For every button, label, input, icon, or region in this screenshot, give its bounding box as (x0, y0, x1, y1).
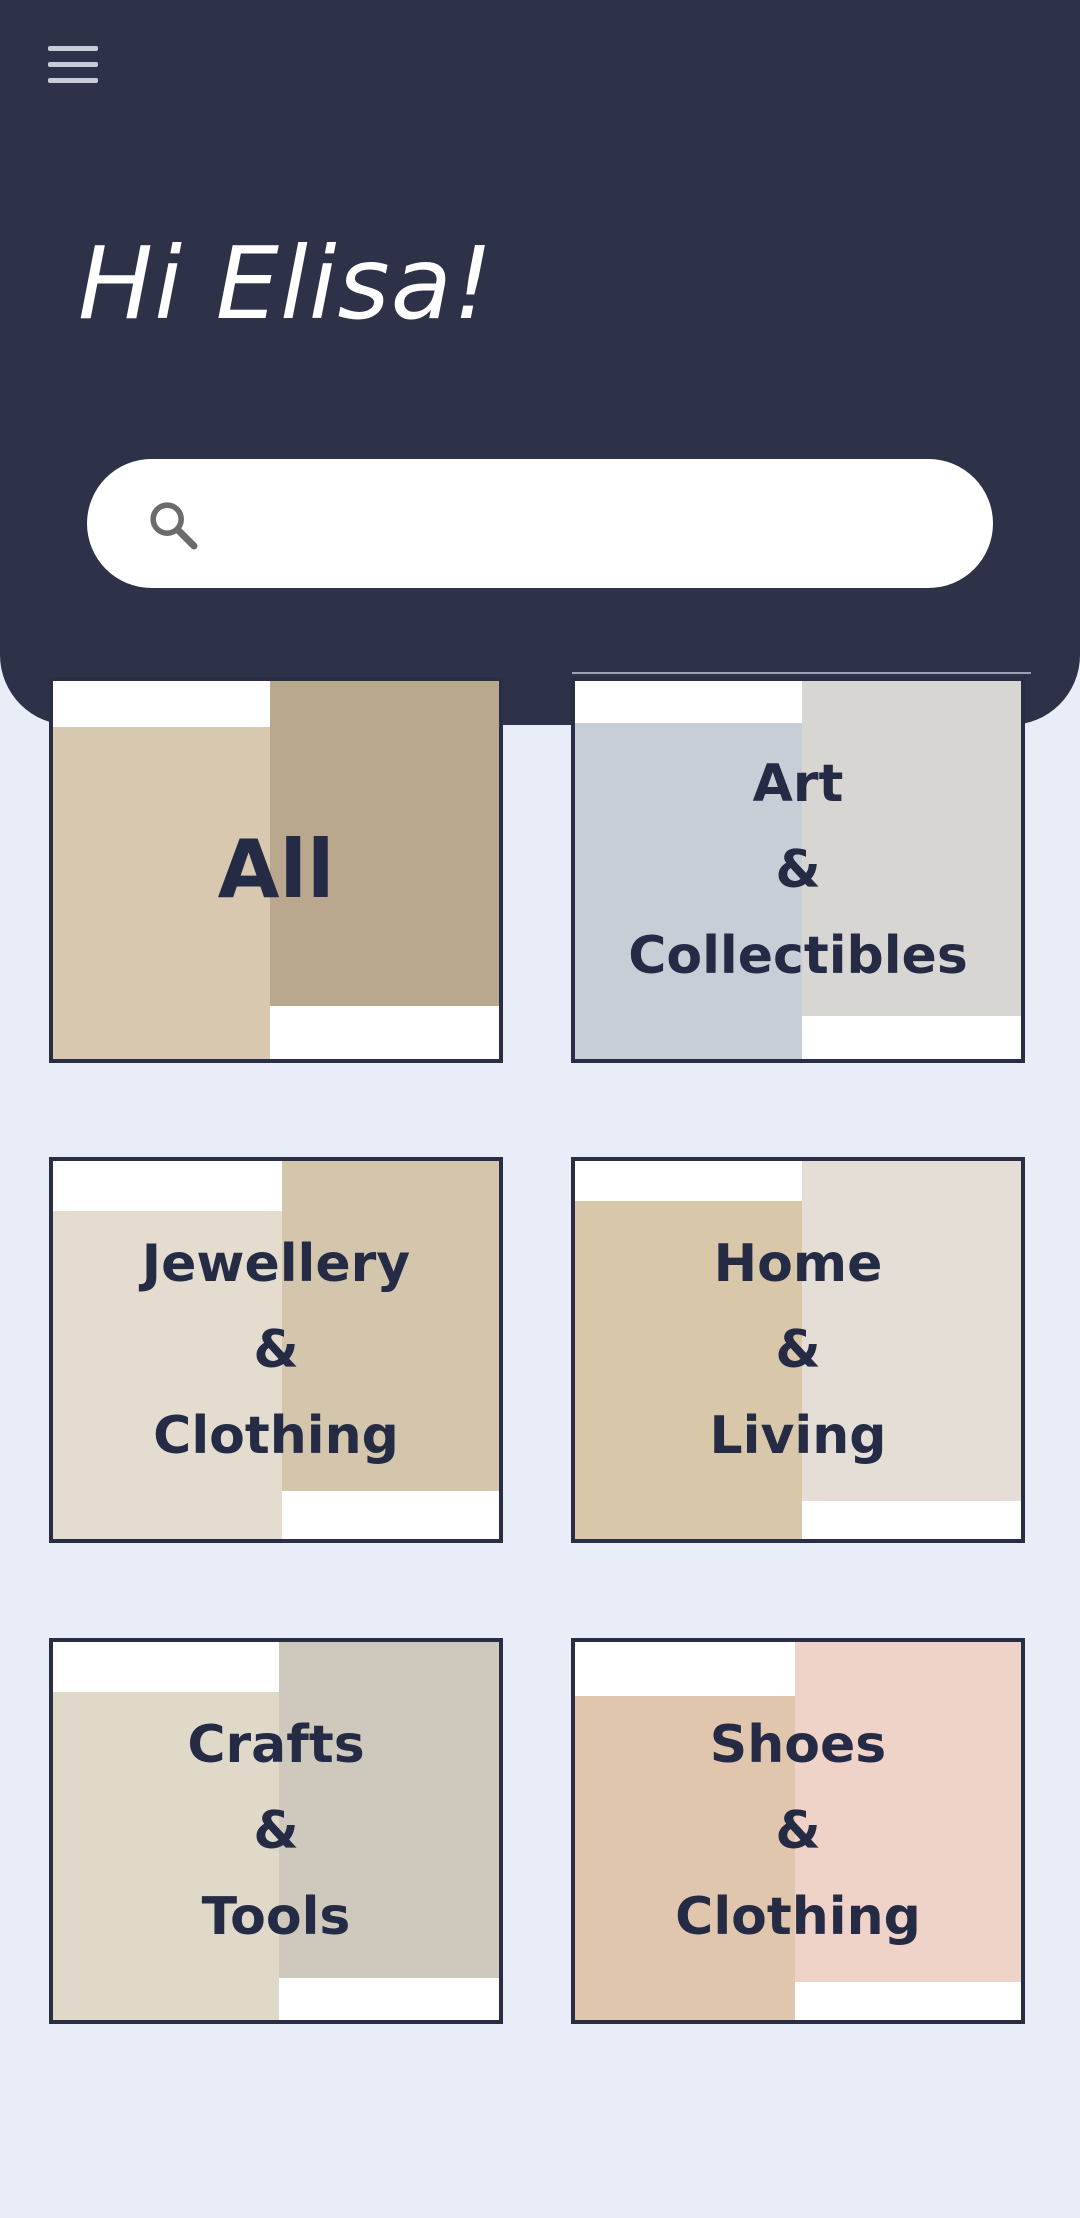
category-card-home-living[interactable]: Home & Living (571, 1157, 1025, 1543)
greeting-title: Hi Elisa! (78, 225, 494, 342)
category-label: Home & Living (709, 1234, 887, 1466)
category-card-all[interactable]: All (49, 677, 503, 1063)
category-label: Jewellery & Clothing (141, 1234, 411, 1466)
search-input[interactable] (227, 479, 951, 571)
category-card-shoes-clothing[interactable]: Shoes & Clothing (571, 1638, 1025, 2024)
menu-bar (48, 46, 98, 51)
category-label: Shoes & Clothing (675, 1715, 921, 1947)
category-card-jewellery-clothing[interactable]: Jewellery & Clothing (49, 1157, 503, 1543)
menu-bar (48, 78, 98, 83)
category-card-crafts-tools[interactable]: Crafts & Tools (49, 1638, 503, 2024)
search-icon (150, 502, 198, 550)
hamburger-menu-icon[interactable] (40, 40, 106, 90)
divider (572, 672, 1031, 674)
menu-bar (48, 62, 98, 67)
category-card-art-collectibles[interactable]: Art & Collectibles (571, 677, 1025, 1063)
category-label: Crafts & Tools (187, 1715, 365, 1947)
search-bar[interactable] (87, 459, 993, 588)
header: Hi Elisa! (0, 0, 1080, 725)
category-label: Art & Collectibles (628, 754, 968, 986)
category-label: All (217, 823, 335, 916)
